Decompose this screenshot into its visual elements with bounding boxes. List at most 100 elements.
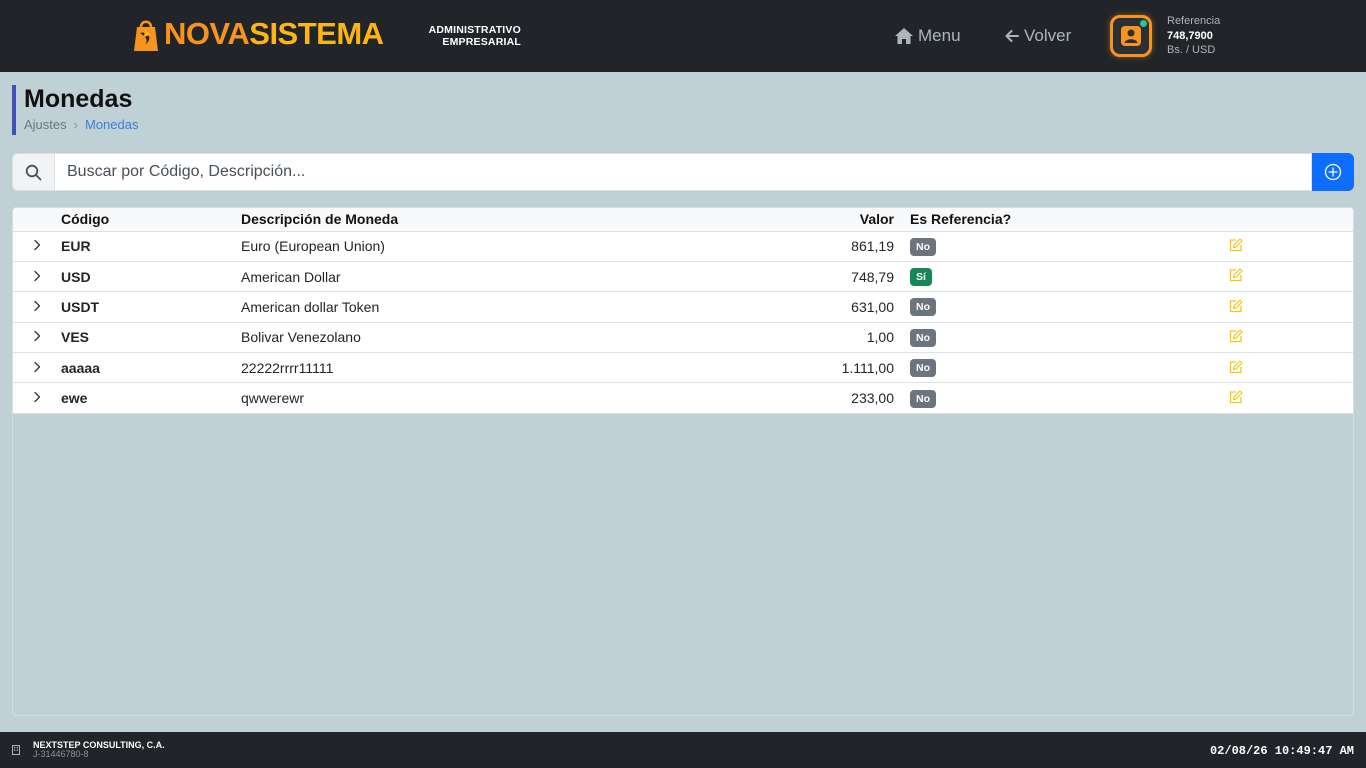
chevron-right-icon <box>34 391 41 403</box>
cell-code: EUR <box>61 238 91 255</box>
cell-code: ewe <box>61 390 88 407</box>
page-header: Monedas Ajustes › Monedas <box>12 85 138 135</box>
search-bar <box>12 153 1354 191</box>
reference-badge: No <box>910 298 936 317</box>
cell-description: 22222rrrr11111 <box>241 359 334 376</box>
edit-icon <box>1229 390 1243 404</box>
exchange-reference: Referencia 748,7900 Bs. / USD <box>1167 14 1220 58</box>
expand-row-button[interactable] <box>13 383 61 413</box>
arrow-left-icon <box>1005 30 1019 42</box>
cell-actions <box>1214 383 1353 413</box>
reference-value: 748,7900 <box>1167 29 1213 42</box>
expand-row-button[interactable] <box>13 292 61 322</box>
edit-button[interactable] <box>1229 238 1243 255</box>
plus-circle-icon <box>1324 163 1342 181</box>
table-row[interactable]: EUR Euro (European Union) 861,19 No <box>13 231 1353 262</box>
company-info: NEXTSTEP CONSULTING, C.A. J-31446780-8 <box>33 741 165 759</box>
reference-badge: No <box>910 389 936 408</box>
cell-actions <box>1214 353 1353 383</box>
brand-logo[interactable]: NOVASISTEMA <box>131 14 384 54</box>
header-actions <box>1214 208 1353 231</box>
back-button[interactable]: Volver <box>1004 24 1071 48</box>
edit-icon <box>1229 238 1243 252</box>
search-input[interactable] <box>54 153 1312 191</box>
header-is-reference[interactable]: Es Referencia? <box>894 208 1214 231</box>
breadcrumb: Ajustes › Monedas <box>24 115 138 135</box>
table-header-row: Código Descripción de Moneda Valor Es Re… <box>13 208 1353 231</box>
cell-code: USDT <box>61 298 100 315</box>
edit-button[interactable] <box>1229 390 1243 407</box>
logo-subtitle-line1: ADMINISTRATIVO <box>428 24 521 36</box>
header-expand <box>13 208 61 231</box>
edit-button[interactable] <box>1229 299 1243 316</box>
logo-subtitle: ADMINISTRATIVO EMPRESARIAL <box>420 24 521 48</box>
building-icon <box>12 745 20 755</box>
cell-value: 631,00 <box>851 298 894 315</box>
edit-icon <box>1229 299 1243 313</box>
table-row[interactable]: aaaaa 22222rrrr11111 1.111,00 No <box>13 353 1353 383</box>
cell-is-reference: No <box>894 353 1214 383</box>
datetime: 02/08/26 10:49:47 AM <box>1209 744 1354 758</box>
cell-is-reference: No <box>894 383 1214 413</box>
chevron-right-icon <box>34 361 41 372</box>
currency-table-card: Código Descripción de Moneda Valor Es Re… <box>12 207 1354 716</box>
header-value[interactable]: Valor <box>661 208 894 231</box>
edit-button[interactable] <box>1229 329 1243 346</box>
reference-badge: No <box>910 359 936 378</box>
cell-is-reference: Sí <box>894 261 1214 291</box>
table-row[interactable]: VES Bolivar Venezolano 1,00 No <box>13 322 1353 353</box>
chevron-right-icon <box>34 331 41 342</box>
table-row[interactable]: ewe qwwerewr 233,00 No <box>13 383 1353 414</box>
table-row[interactable]: USD American Dollar 748,79 Sí <box>13 261 1353 292</box>
breadcrumb-separator: › <box>73 117 78 132</box>
currency-table: Código Descripción de Moneda Valor Es Re… <box>13 208 1353 414</box>
footer-bar: NEXTSTEP CONSULTING, C.A. J-31446780-8 0… <box>0 732 1366 768</box>
cell-value: 1.111,00 <box>841 359 894 376</box>
expand-row-button[interactable] <box>13 353 61 383</box>
reference-badge: No <box>910 328 936 347</box>
cell-value: 1,00 <box>866 329 894 346</box>
expand-row-button[interactable] <box>13 322 61 352</box>
cell-code: aaaaa <box>61 359 100 376</box>
breadcrumb-item-ajustes[interactable]: Ajustes <box>24 117 67 132</box>
cell-description: Euro (European Union) <box>241 238 385 255</box>
cell-value: 861,19 <box>851 238 894 255</box>
cell-value: 748,79 <box>851 268 894 285</box>
edit-icon <box>1229 360 1243 373</box>
cell-description: Bolivar Venezolano <box>241 329 361 346</box>
logo-text-sistema: SISTEMA <box>249 16 384 51</box>
page-title: Monedas <box>24 85 133 113</box>
chevron-right-icon <box>34 300 41 312</box>
search-icon <box>25 164 42 180</box>
cell-description: American dollar Token <box>241 298 380 315</box>
user-avatar[interactable] <box>1110 15 1152 57</box>
chevron-right-icon <box>34 270 41 281</box>
company-id: J-31446780-8 <box>33 749 89 759</box>
cell-code: USD <box>61 268 91 285</box>
edit-icon <box>1229 268 1243 282</box>
chevron-right-icon <box>34 240 41 251</box>
expand-row-button[interactable] <box>13 231 61 261</box>
home-icon <box>895 28 913 44</box>
cell-actions <box>1214 292 1353 322</box>
cell-code: VES <box>61 329 90 346</box>
add-currency-button[interactable] <box>1312 153 1354 191</box>
search-icon-box <box>12 153 54 191</box>
reference-badge: Sí <box>910 268 932 287</box>
edit-button[interactable] <box>1229 360 1243 377</box>
online-status-dot <box>1140 20 1147 27</box>
logo-text-nova: NOVA <box>164 16 250 51</box>
header-code[interactable]: Código <box>61 208 241 231</box>
table-row[interactable]: USDT American dollar Token 631,00 No <box>13 292 1353 323</box>
breadcrumb-item-monedas: Monedas <box>84 117 139 132</box>
menu-button[interactable]: Menu <box>894 24 961 48</box>
edit-button[interactable] <box>1229 268 1243 285</box>
cell-actions <box>1214 261 1353 291</box>
back-label: Volver <box>1024 26 1072 45</box>
cell-is-reference: No <box>894 292 1214 322</box>
edit-icon <box>1229 329 1243 343</box>
logo-subtitle-line2: EMPRESARIAL <box>442 36 521 48</box>
cell-value: 233,00 <box>851 390 894 407</box>
expand-row-button[interactable] <box>13 261 61 291</box>
header-description[interactable]: Descripción de Moneda <box>241 208 661 231</box>
